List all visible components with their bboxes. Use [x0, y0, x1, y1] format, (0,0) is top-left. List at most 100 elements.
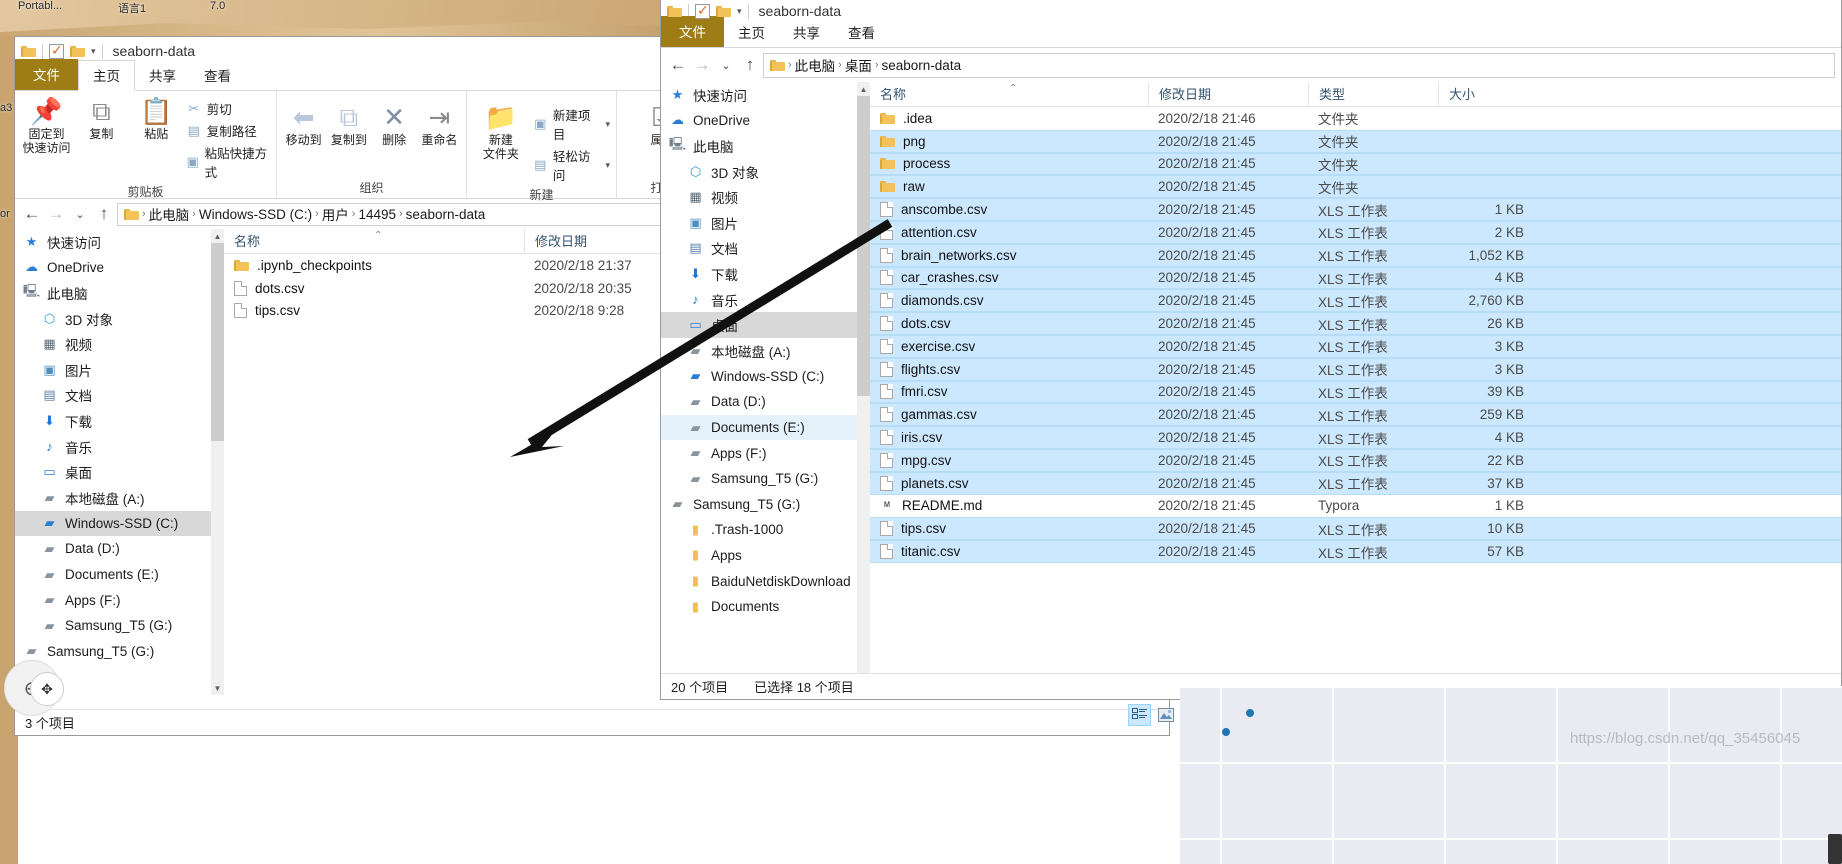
sidebar-item--[interactable]: ▭ 桌面 — [15, 459, 211, 485]
cell-name[interactable]: fmri.csv — [870, 384, 1148, 400]
sidebar-item-apps-f-[interactable]: ▰ Apps (F:) — [661, 440, 857, 466]
scroll-up-icon[interactable]: ▲ — [211, 229, 224, 243]
sidebar-item--[interactable]: ⬇ 下载 — [15, 408, 211, 434]
table-row[interactable]: tips.csv 2020/2/18 21:45 XLS 工作表 10 KB — [870, 517, 1841, 541]
cell-name[interactable]: attention.csv — [870, 224, 1148, 240]
sidebar-item--[interactable]: ▤ 文档 — [15, 383, 211, 409]
tab-home[interactable]: 主页 — [78, 60, 135, 91]
scroll-up-icon[interactable]: ▲ — [857, 82, 870, 96]
cell-name[interactable]: flights.csv — [870, 361, 1148, 377]
cell-name[interactable]: iris.csv — [870, 430, 1148, 446]
sidebar-item-samsung-t5-g-[interactable]: ▰ Samsung_T5 (G:) — [15, 613, 211, 639]
front-ribbon-tabs[interactable]: 文件 主页 共享 查看 — [661, 16, 1841, 48]
cell-name[interactable]: diamonds.csv — [870, 293, 1148, 309]
sidebar-item-onedrive[interactable]: ☁ OneDrive — [661, 108, 857, 134]
table-row[interactable]: process 2020/2/18 21:45 文件夹 — [870, 152, 1841, 176]
sidebar-item-samsung-t5-g-[interactable]: ▰ Samsung_T5 (G:) — [661, 466, 857, 492]
breadcrumb-item-3[interactable]: 14495 — [358, 207, 396, 222]
table-row[interactable]: brain_networks.csv 2020/2/18 21:45 XLS 工作表… — [870, 243, 1841, 267]
column-header-1[interactable]: 修改日期 — [1148, 81, 1308, 107]
sidebar-item-windows-ssd-c-[interactable]: ▰ Windows-SSD (C:) — [15, 510, 211, 537]
front-nav-scrollbar[interactable]: ▲ ▼ — [857, 82, 870, 698]
sidebar-item-samsung-t5-g-[interactable]: ▰ Samsung_T5 (G:) — [661, 492, 857, 518]
breadcrumb-item-2[interactable]: 用户 — [322, 204, 349, 224]
chevron-down-icon[interactable]: ▾ — [605, 119, 610, 130]
rename-button[interactable]: ⇥ 重命名 — [419, 101, 460, 147]
sidebar-item-documents-e-[interactable]: ▰ Documents (E:) — [661, 414, 857, 441]
breadcrumb-item-0[interactable]: 此电脑 — [149, 204, 190, 224]
cut-button[interactable]: ✂ 剪切 — [186, 99, 270, 118]
paste-shortcut-button[interactable]: ▣ 粘贴快捷方式 — [186, 143, 270, 181]
view-mode-buttons[interactable] — [1128, 704, 1177, 726]
sidebar-item-data-d-[interactable]: ▰ Data (D:) — [661, 389, 857, 415]
sidebar-item-apps-f-[interactable]: ▰ Apps (F:) — [15, 587, 211, 613]
sidebar-item--[interactable]: ▣ 图片 — [661, 210, 857, 236]
sidebar-item--[interactable]: ⬇ 下载 — [661, 261, 857, 287]
cell-name[interactable]: .idea — [870, 111, 1148, 126]
sidebar-item-onedrive[interactable]: ☁ OneDrive — [15, 255, 211, 281]
front-rows-container[interactable]: .idea 2020/2/18 21:46 文件夹 png 2020/2/18 21:4… — [870, 107, 1841, 563]
cell-name[interactable]: car_crashes.csv — [870, 270, 1148, 286]
table-row[interactable]: attention.csv 2020/2/18 21:45 XLS 工作表 2 KB — [870, 220, 1841, 244]
cell-name[interactable]: png — [870, 134, 1148, 149]
sidebar-item--[interactable]: ▦ 视频 — [15, 331, 211, 357]
table-row[interactable]: diamonds.csv 2020/2/18 21:45 XLS 工作表 2,760 … — [870, 289, 1841, 313]
cell-name[interactable]: raw — [870, 179, 1148, 194]
scrollbar-thumb[interactable] — [857, 96, 870, 396]
sidebar-item-documents[interactable]: ▮ Documents — [661, 594, 857, 620]
sidebar-item--[interactable]: ♪ 音乐 — [661, 287, 857, 313]
chevron-down-icon[interactable]: ▾ — [737, 6, 742, 17]
sidebar-item--[interactable]: ♪ 音乐 — [15, 434, 211, 460]
cell-name[interactable]: tips.csv — [224, 303, 524, 319]
move-to-button[interactable]: ⬅ 移动到 — [283, 101, 324, 147]
up-button[interactable]: ↑ — [93, 203, 115, 225]
column-header-2[interactable]: 类型 — [1308, 81, 1438, 107]
chevron-down-icon[interactable]: ▾ — [91, 46, 96, 57]
folder-icon[interactable] — [70, 45, 85, 58]
column-header-0[interactable]: 名称 ⌃ — [224, 229, 524, 254]
breadcrumb-item-1[interactable]: 桌面 — [845, 55, 872, 75]
sidebar-item-samsung-t5-g-[interactable]: ▰ Samsung_T5 (G:) — [15, 639, 211, 665]
chevron-down-icon[interactable]: ▾ — [605, 160, 610, 171]
explorer-window-front[interactable]: ▾ seaborn-data 文件 主页 共享 查看 ← → ⌄ ↑ › 此电脑… — [660, 0, 1842, 700]
copy-to-button[interactable]: ⧉ 复制到 — [328, 101, 369, 147]
sidebar-item--[interactable]: ▦ 视频 — [661, 184, 857, 210]
cell-name[interactable]: planets.csv — [870, 475, 1148, 491]
sidebar-item-apps[interactable]: ▮ Apps — [661, 543, 857, 569]
folder-icon[interactable] — [716, 5, 731, 18]
sidebar-item-documents-e-[interactable]: ▰ Documents (E:) — [15, 562, 211, 588]
cell-name[interactable]: gammas.csv — [870, 407, 1148, 423]
cell-name[interactable]: process — [870, 156, 1148, 171]
sidebar-item--[interactable]: ▣ 图片 — [15, 357, 211, 383]
desktop-icon-label-1[interactable]: 语言1 — [118, 0, 146, 16]
cell-name[interactable]: mpg.csv — [870, 452, 1148, 468]
sidebar-item-baidunetdiskdownload[interactable]: ▮ BaiduNetdiskDownload — [661, 568, 857, 594]
properties-check-icon[interactable] — [695, 2, 710, 19]
cell-name[interactable]: dots.csv — [224, 280, 524, 296]
table-row[interactable]: dots.csv 2020/2/18 21:45 XLS 工作表 26 KB — [870, 312, 1841, 335]
sidebar-item--[interactable]: 🖳 此电脑 — [15, 280, 211, 306]
tab-view[interactable]: 查看 — [834, 18, 889, 47]
back-navigation-pane[interactable]: ★ 快速访问 ☁ OneDrive 🖳 此电脑 ⬡ 3D 对象 ▦ 视频 ▣ 图片 ▤ 文档 ⬇ 下载 ♪ 音乐 ▭… — [15, 229, 211, 695]
sidebar-item--a-[interactable]: ▰ 本地磁盘 (A:) — [661, 338, 857, 364]
cell-name[interactable]: brain_networks.csv — [870, 247, 1148, 263]
sidebar-item--[interactable]: ▤ 文档 — [661, 236, 857, 262]
table-row[interactable]: png 2020/2/18 21:45 文件夹 — [870, 129, 1841, 153]
breadcrumb-item-1[interactable]: Windows-SSD (C:) — [199, 207, 312, 222]
details-view-icon[interactable] — [1128, 704, 1151, 726]
front-column-headers[interactable]: 名称 ⌃ 修改日期 类型 大小 — [870, 81, 1841, 107]
column-header-0[interactable]: 名称 ⌃ — [870, 82, 1148, 107]
sidebar-item--a-[interactable]: ▰ 本地磁盘 (A:) — [15, 485, 211, 511]
front-navigation-pane[interactable]: ★ 快速访问 ☁ OneDrive 🖳 此电脑 ⬡ 3D 对象 ▦ 视频 ▣ 图片 ▤ 文档 ⬇ 下载 ♪ 音乐 ▭… — [661, 82, 857, 698]
cell-name[interactable]: .ipynb_checkpoints — [224, 258, 524, 273]
desktop-icon-label-3[interactable]: a3 — [0, 102, 12, 114]
table-row[interactable]: м README.md 2020/2/18 21:45 Typora 1 KB — [870, 495, 1841, 518]
sidebar-item--[interactable]: ★ 快速访问 — [15, 229, 211, 255]
back-nav-scrollbar[interactable]: ▲ ▼ — [211, 229, 224, 695]
breadcrumb-item-2[interactable]: seaborn-data — [882, 58, 962, 73]
tab-home[interactable]: 主页 — [724, 18, 779, 47]
forward-button[interactable]: → — [691, 54, 713, 76]
table-row[interactable]: exercise.csv 2020/2/18 21:45 XLS 工作表 3 KB — [870, 334, 1841, 358]
table-row[interactable]: iris.csv 2020/2/18 21:45 XLS 工作表 4 KB — [870, 426, 1841, 449]
scrollbar-thumb[interactable] — [211, 243, 224, 441]
